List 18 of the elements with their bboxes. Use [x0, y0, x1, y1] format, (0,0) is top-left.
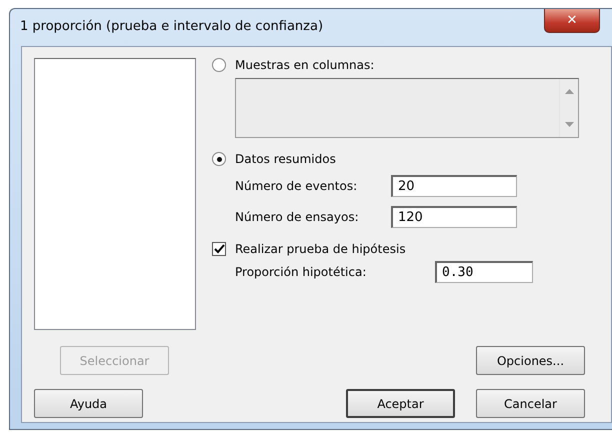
- field-label: Proporción hipotética:: [235, 265, 368, 279]
- checkbox-label: Realizar prueba de hipótesis: [235, 242, 406, 256]
- radio-button[interactable]: [212, 58, 226, 72]
- input-field[interactable]: 0.30: [435, 261, 533, 283]
- close-button[interactable]: ✕: [544, 9, 600, 33]
- window-title: 1 proporción (prueba e intervalo de confianza): [20, 19, 324, 34]
- checkbox[interactable]: [212, 242, 226, 256]
- dialog-button[interactable]: Ayuda: [34, 389, 143, 418]
- radio-label: Datos resumidos: [235, 152, 336, 166]
- field-label: Número de ensayos:: [235, 210, 360, 224]
- dialog-button[interactable]: Cancelar: [476, 389, 585, 418]
- input-field[interactable]: 120: [391, 206, 517, 228]
- radio-label: Muestras en columnas:: [235, 58, 374, 72]
- dialog-button[interactable]: Aceptar: [346, 389, 455, 418]
- input-field[interactable]: 20: [391, 175, 517, 197]
- field-label: Número de eventos:: [235, 179, 358, 193]
- radio-button[interactable]: [212, 152, 226, 166]
- dialog-button[interactable]: Opciones...: [476, 346, 585, 375]
